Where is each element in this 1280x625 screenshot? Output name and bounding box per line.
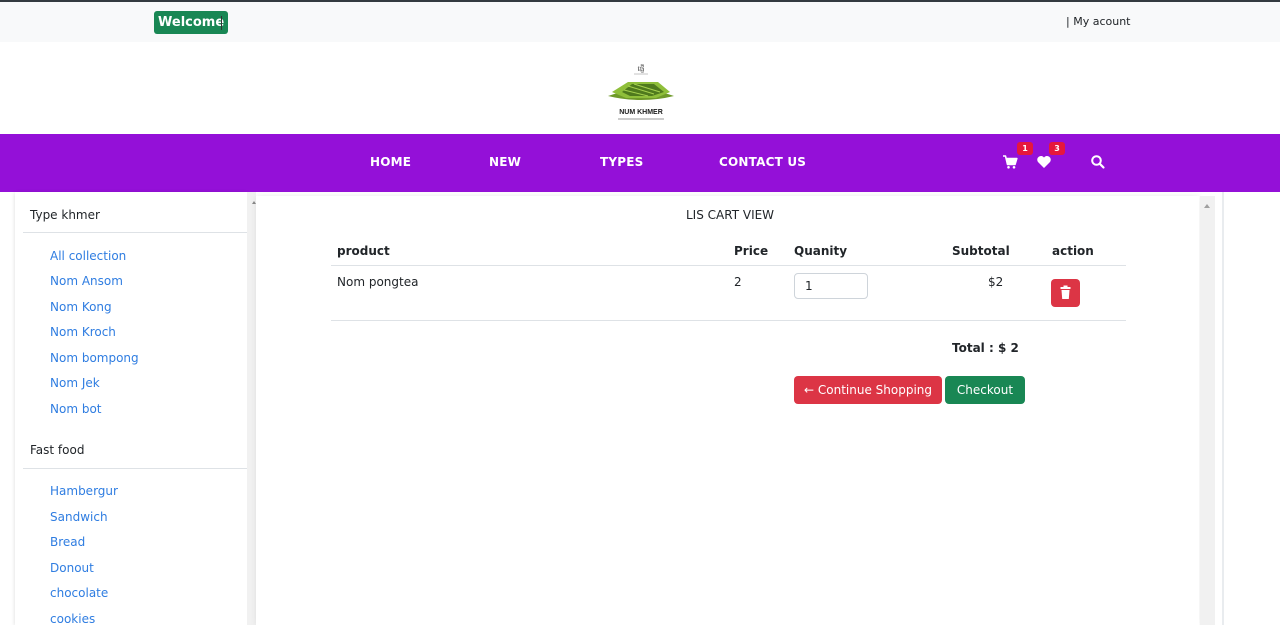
cart-total: Total : $ 2	[952, 341, 1019, 355]
nav-home[interactable]: HOME	[370, 155, 411, 169]
column-header-quantity: Quanity	[794, 244, 848, 258]
cart-item-product: Nom pongtea	[337, 275, 419, 289]
sidebar-item-cookies[interactable]: cookies	[50, 612, 95, 625]
category-sidebar: Type khmer All collection Nom Ansom Nom …	[15, 192, 247, 625]
column-header-action: action	[1052, 244, 1094, 258]
nav-contact-us[interactable]: CONTACT US	[719, 155, 806, 169]
column-header-subtotal: Subtotal	[952, 244, 1010, 258]
scroll-up-arrow-icon[interactable]	[1204, 204, 1210, 208]
wishlist-count-badge: 3	[1049, 142, 1065, 155]
column-header-price: Price	[734, 244, 769, 258]
table-header-divider	[331, 265, 1126, 266]
sidebar-item-nom-kong[interactable]: Nom Kong	[50, 300, 112, 314]
continue-shopping-label: Continue Shopping	[817, 383, 933, 397]
divider	[221, 16, 222, 30]
divider	[23, 468, 247, 469]
sidebar-heading-type-khmer: Type khmer	[30, 208, 100, 222]
logo-brand-text: NUM KHMER	[619, 109, 663, 116]
cart-item-price: 2	[734, 275, 742, 289]
continue-shopping-button[interactable]: ← Continue Shopping	[794, 376, 942, 404]
sidebar-item-nom-jek[interactable]: Nom Jek	[50, 376, 100, 390]
sidebar-scrollbar[interactable]	[247, 192, 256, 625]
search-icon[interactable]	[1090, 154, 1106, 170]
quantity-input[interactable]	[794, 273, 868, 299]
trash-icon	[1060, 285, 1071, 299]
sidebar-heading-fast-food: Fast food	[30, 443, 85, 457]
logo-script-text: ផ្ញើ	[638, 64, 645, 73]
table-row-divider	[331, 320, 1126, 321]
my-account-link[interactable]: | My acount	[1066, 15, 1130, 28]
logo-area: ផ្ញើ NUM KHMER	[0, 42, 1280, 134]
panel-edge	[1222, 192, 1224, 625]
arrow-left-icon: ←	[803, 383, 815, 397]
cart-panel-scrollbar[interactable]	[1200, 196, 1215, 625]
sidebar-item-hambergur[interactable]: Hambergur	[50, 484, 118, 498]
cart-title: LIS CART VIEW	[686, 208, 775, 222]
checkout-button[interactable]: Checkout	[945, 376, 1025, 404]
cart-panel	[256, 196, 1199, 625]
sidebar-item-sandwich[interactable]: Sandwich	[50, 510, 108, 524]
heart-icon[interactable]	[1036, 154, 1052, 170]
cart-count-badge: 1	[1017, 142, 1033, 155]
nav-types[interactable]: TYPES	[600, 155, 644, 169]
welcome-button[interactable]: Welcome	[154, 11, 229, 34]
divider	[23, 232, 247, 233]
column-header-product: product	[337, 244, 390, 258]
delete-item-button[interactable]	[1051, 279, 1080, 307]
sidebar-item-nom-bot[interactable]: Nom bot	[50, 402, 102, 416]
sidebar-item-donout[interactable]: Donout	[50, 561, 94, 575]
sidebar-item-bread[interactable]: Bread	[50, 535, 85, 549]
cart-item-subtotal: $2	[988, 275, 1004, 289]
num-khmer-logo[interactable]: ផ្ញើ NUM KHMER	[604, 62, 678, 126]
sidebar-item-all-collection[interactable]: All collection	[50, 249, 126, 263]
top-bar: Welcome | My acount	[0, 0, 1280, 42]
main-navbar: HOME NEW TYPES CONTACT US 1 3	[0, 134, 1280, 192]
cart-icon[interactable]	[1002, 154, 1018, 170]
sidebar-item-chocolate[interactable]: chocolate	[50, 586, 108, 600]
nav-new[interactable]: NEW	[489, 155, 521, 169]
sidebar-item-nom-bompong[interactable]: Nom bompong	[50, 351, 139, 365]
sidebar-item-nom-kroch[interactable]: Nom Kroch	[50, 325, 116, 339]
sidebar-item-nom-ansom[interactable]: Nom Ansom	[50, 274, 123, 288]
